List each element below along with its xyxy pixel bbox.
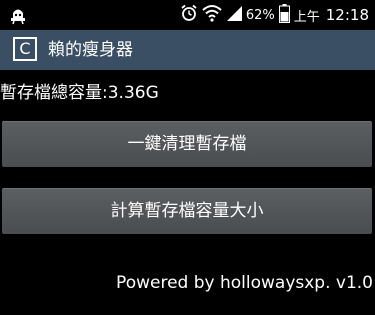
time-prefix: 上午 <box>293 9 320 25</box>
status-bar: 62% 上午 12:18 <box>0 0 375 30</box>
total-cache-label: 暫存檔總容量:3.36G <box>0 83 159 103</box>
alarm-icon <box>180 4 198 26</box>
clean-cache-button[interactable]: 一鍵清理暫存檔 <box>2 121 372 167</box>
battery-icon <box>278 3 290 27</box>
action-bar: C 賴的瘦身器 <box>0 30 375 70</box>
app-title: 賴的瘦身器 <box>48 40 133 60</box>
app-icon[interactable]: C <box>13 37 37 61</box>
clock: 12:18 <box>325 6 369 24</box>
wifi-icon <box>202 4 222 26</box>
footer-credit: Powered by hollowaysxp. v1.0 <box>116 273 373 293</box>
notification-icon <box>8 5 28 29</box>
battery-percent: 62% <box>245 7 275 23</box>
signal-icon <box>226 5 242 25</box>
calculate-cache-size-button[interactable]: 計算暫存檔容量大小 <box>2 188 372 234</box>
